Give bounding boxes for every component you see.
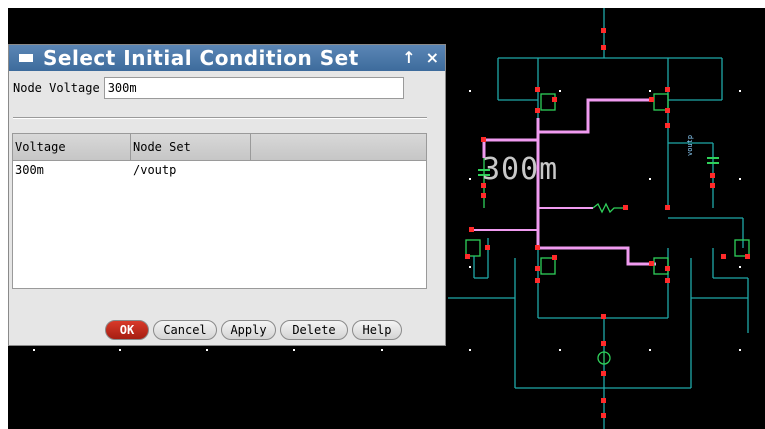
- node-voltage-label: Node Voltage: [13, 81, 100, 95]
- condition-table[interactable]: Voltage Node Set 300m /voutp: [12, 133, 427, 289]
- divider: [13, 117, 427, 119]
- ok-button[interactable]: OK: [105, 320, 149, 340]
- raise-window-icon[interactable]: ↑: [402, 48, 415, 67]
- column-header-voltage[interactable]: Voltage: [13, 134, 131, 160]
- apply-button[interactable]: Apply: [221, 320, 276, 340]
- window-menu-icon[interactable]: [19, 54, 33, 62]
- column-header-empty: [251, 134, 426, 160]
- node-voltage-row: Node Voltage 300m: [13, 77, 404, 99]
- help-button[interactable]: Help: [352, 320, 402, 340]
- initial-condition-dialog: Select Initial Condition Set ↑ × Node Vo…: [8, 44, 446, 346]
- cell-voltage: 300m: [15, 163, 44, 177]
- net-label-voutp: voutp: [686, 134, 694, 156]
- dialog-button-row: OK Cancel Apply Delete Help: [105, 320, 402, 340]
- cell-node-set: /voutp: [133, 163, 177, 177]
- table-header: Voltage Node Set: [13, 134, 426, 161]
- table-row[interactable]: 300m /voutp: [13, 161, 426, 179]
- dialog-title: Select Initial Condition Set: [43, 46, 359, 70]
- dialog-titlebar[interactable]: Select Initial Condition Set ↑ ×: [9, 45, 445, 71]
- window-frame: 300m voutp Select Initial Condition Set …: [0, 0, 765, 429]
- cancel-button[interactable]: Cancel: [153, 320, 217, 340]
- initial-condition-annotation: 300m: [482, 152, 559, 187]
- node-voltage-input[interactable]: 300m: [103, 77, 404, 99]
- column-header-node-set[interactable]: Node Set: [131, 134, 251, 160]
- delete-button[interactable]: Delete: [280, 320, 348, 340]
- close-icon[interactable]: ×: [426, 48, 439, 67]
